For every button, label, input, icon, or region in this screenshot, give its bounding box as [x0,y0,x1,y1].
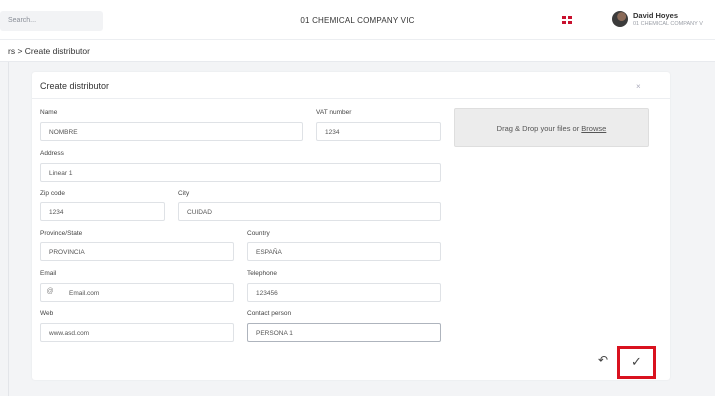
card-title: Create distributor [40,81,110,91]
vat-label: VAT number [316,109,352,116]
back-icon[interactable]: ↶ [598,354,608,366]
telephone-field[interactable]: 123456 [247,283,441,302]
email-field[interactable]: Email.com [40,283,234,302]
zip-label: Zip code [40,190,65,197]
email-label: Email [40,270,57,277]
contact-person-field[interactable]: PERSONA 1 [247,323,441,342]
close-icon[interactable]: × [636,82,641,91]
uk-flag-icon[interactable] [562,16,572,24]
web-field[interactable]: www.asd.com [40,323,234,342]
card-divider [32,98,670,99]
zip-field[interactable]: 1234 [40,202,165,221]
city-field[interactable]: CUIDAD [178,202,441,221]
city-label: City [178,190,190,197]
name-label: Name [40,109,58,116]
telephone-label: Telephone [247,270,277,277]
province-field[interactable]: PROVINCIA [40,242,234,261]
address-label: Address [40,150,64,157]
breadcrumb-bar [0,40,715,62]
browse-link[interactable]: Browse [581,124,606,133]
check-icon: ✓ [631,354,642,369]
web-label: Web [40,310,54,317]
company-name: 01 CHEMICAL COMPANY VIC [300,16,415,25]
dropzone-text: Drag & Drop your files or [496,124,582,133]
address-field[interactable]: Linear 1 [40,163,441,182]
breadcrumb: rs > Create distributor [8,46,90,56]
province-label: Province/State [40,230,83,237]
vat-field[interactable]: 1234 [316,122,441,141]
user-company: 01 CHEMICAL COMPANY V [633,21,703,27]
avatar[interactable] [612,11,628,27]
file-dropzone[interactable]: Drag & Drop your files or Browse [454,108,649,147]
name-field[interactable]: NOMBRE [40,122,303,141]
confirm-button[interactable]: ✓ [617,346,656,379]
country-label: Country [247,230,270,237]
at-icon: @ [46,288,54,295]
user-name[interactable]: David Hoyes [633,11,678,20]
country-field[interactable]: ESPAÑA [247,242,441,261]
contact-label: Contact person [247,310,292,317]
sidebar-divider [8,62,9,396]
